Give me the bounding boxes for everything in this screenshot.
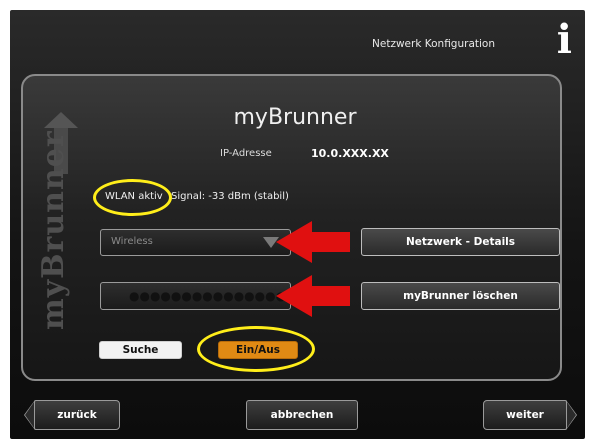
ip-address-value: 10.0.XXX.XX bbox=[311, 147, 389, 160]
back-button[interactable]: zurück bbox=[34, 400, 120, 430]
search-button[interactable]: Suche bbox=[99, 341, 182, 359]
delete-mybrunner-button[interactable]: myBrunner löschen bbox=[361, 282, 560, 310]
annotation-circle-wlan bbox=[93, 179, 172, 216]
annotation-circle-onoff bbox=[197, 326, 315, 372]
next-chevron-icon[interactable] bbox=[566, 400, 577, 430]
annotation-arrow-dropdown bbox=[276, 221, 350, 263]
ip-address-label: IP-Adresse bbox=[220, 148, 272, 159]
network-dropdown-value: Wireless bbox=[111, 236, 153, 247]
annotation-arrow-password bbox=[276, 275, 350, 317]
page-title: Netzwerk Konfiguration bbox=[372, 38, 495, 50]
next-button[interactable]: weiter bbox=[483, 400, 567, 430]
network-dropdown[interactable]: Wireless bbox=[100, 229, 291, 256]
cancel-button[interactable]: abbrechen bbox=[246, 400, 358, 430]
device-name: myBrunner bbox=[233, 105, 357, 130]
password-value: ●●●●●●●●●●●●●●● bbox=[129, 289, 287, 303]
info-icon[interactable]: i bbox=[557, 20, 572, 60]
signal-strength: Signal: -33 dBm (stabil) bbox=[171, 191, 289, 202]
password-field[interactable]: ●●●●●●●●●●●●●●● bbox=[100, 282, 291, 310]
network-details-button[interactable]: Netzwerk - Details bbox=[361, 228, 560, 256]
side-brand-logo: myBrunner bbox=[36, 130, 71, 330]
